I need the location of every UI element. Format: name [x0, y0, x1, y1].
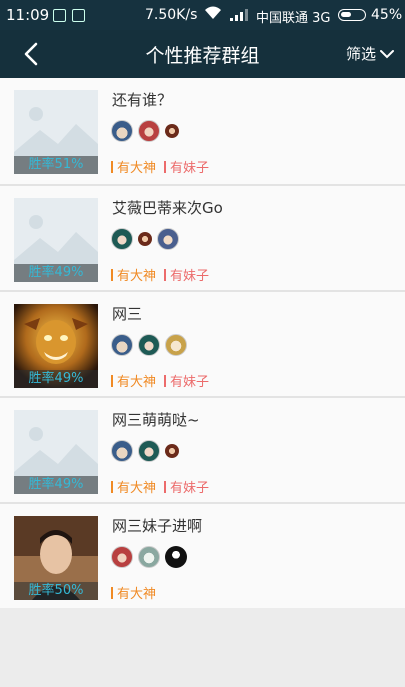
group-item[interactable]: 胜率49% 网三 有大神 有妹子: [0, 292, 405, 398]
carrier-label: 中国联通 3G: [256, 11, 331, 26]
member-avatar: [138, 440, 160, 462]
group-thumbnail-placeholder: 胜率51%: [14, 90, 98, 174]
tag-girl: 有妹子: [164, 477, 209, 496]
wifi-icon: [204, 6, 222, 24]
member-avatar: [138, 546, 160, 568]
group-name: 网三妹子进啊: [112, 517, 203, 535]
group-name: 艾薇巴蒂来次Go: [112, 199, 223, 217]
title-bar: 个性推荐群组 筛选: [0, 30, 405, 78]
group-item[interactable]: 胜率49% 网三萌萌哒~ 有大神 有妹子: [0, 398, 405, 504]
win-rate-label: 胜率49%: [14, 476, 98, 494]
tag-girl: 有妹子: [164, 371, 209, 390]
member-avatar: [157, 228, 179, 250]
group-item[interactable]: 胜率51% 还有谁？ 有大神 有妹子: [0, 78, 405, 186]
member-avatar: [138, 120, 160, 142]
tag-god: 有大神: [111, 371, 156, 390]
member-avatar: [138, 334, 160, 356]
group-name: 网三: [112, 305, 143, 323]
member-avatar: [111, 546, 133, 568]
member-avatar: [165, 444, 179, 458]
win-rate-label: 胜率51%: [14, 156, 98, 174]
signal-icon: [230, 9, 248, 25]
tag-girl: 有妹子: [164, 157, 209, 176]
battery-icon: [338, 9, 366, 21]
group-thumbnail-placeholder: 胜率49%: [14, 410, 98, 494]
network-speed: 7.50K/s: [145, 7, 198, 23]
filter-button[interactable]: 筛选: [346, 43, 395, 64]
notification-icon: [53, 9, 66, 22]
member-avatars: [111, 120, 184, 142]
group-tags: 有大神 有妹子: [111, 371, 217, 390]
member-avatars: [111, 440, 184, 462]
status-bar: 11:09 7.50K/s 中国联通 3G 45%: [0, 0, 405, 30]
tag-god: 有大神: [111, 265, 156, 284]
page-title: 个性推荐群组: [145, 45, 260, 67]
tag-god: 有大神: [111, 583, 156, 602]
member-avatar: [138, 232, 152, 246]
win-rate-label: 胜率49%: [14, 370, 98, 388]
member-avatars: [111, 228, 184, 250]
member-avatar: [111, 440, 133, 462]
tag-girl: 有妹子: [164, 265, 209, 284]
win-rate-label: 胜率50%: [14, 582, 98, 600]
group-tags: 有大神 有妹子: [111, 265, 217, 284]
win-rate-label: 胜率49%: [14, 264, 98, 282]
group-list: 胜率51% 还有谁？ 有大神 有妹子 胜率49% 艾薇巴蒂来次Go 有大神 有妹…: [0, 78, 405, 608]
group-tags: 有大神 有妹子: [111, 157, 217, 176]
group-tags: 有大神 有妹子: [111, 477, 217, 496]
group-name: 网三萌萌哒~: [112, 411, 200, 429]
qq-penguin-avatar: [165, 546, 187, 568]
member-avatar: [165, 124, 179, 138]
member-avatar: [111, 228, 133, 250]
member-avatars: [111, 334, 192, 356]
app-notification-icon: [72, 9, 85, 22]
group-item[interactable]: 胜率50% 网三妹子进啊 有大神: [0, 504, 405, 608]
group-tags: 有大神: [111, 583, 164, 602]
group-thumbnail: 胜率49%: [14, 304, 98, 388]
group-name: 还有谁？: [112, 91, 173, 109]
tag-god: 有大神: [111, 157, 156, 176]
filter-label: 筛选: [346, 45, 377, 63]
group-thumbnail-placeholder: 胜率49%: [14, 198, 98, 282]
status-time: 11:09: [6, 6, 50, 24]
tag-god: 有大神: [111, 477, 156, 496]
member-avatar: [111, 334, 133, 356]
battery-percent: 45%: [371, 7, 403, 23]
chevron-down-icon: [380, 49, 395, 58]
app-screen: 11:09 7.50K/s 中国联通 3G 45% 个性推荐群组 筛选 胜率51…: [0, 0, 405, 687]
group-thumbnail: 胜率50%: [14, 516, 98, 600]
group-item[interactable]: 胜率49% 艾薇巴蒂来次Go 有大神 有妹子: [0, 186, 405, 292]
member-avatars: [111, 546, 192, 568]
member-avatar: [111, 120, 133, 142]
member-avatar: [165, 334, 187, 356]
